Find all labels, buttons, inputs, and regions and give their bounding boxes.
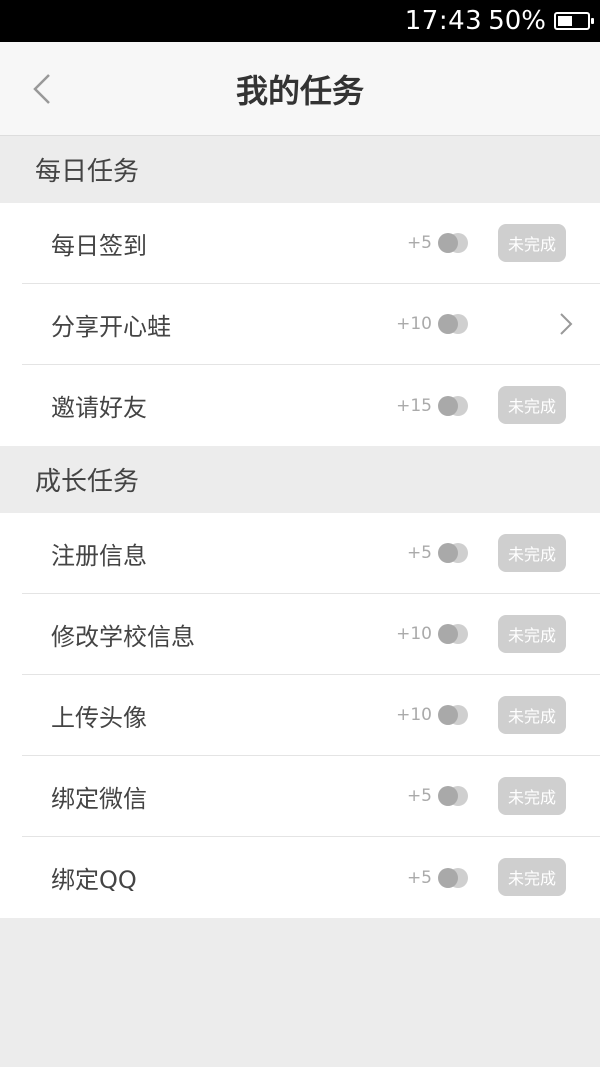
task-reward: +5	[407, 203, 468, 283]
reward-value: +5	[406, 867, 432, 888]
task-reward: +5	[407, 756, 468, 836]
nav-bar: 我的任务	[0, 42, 600, 136]
task-list-growth: 注册信息 +5 未完成 修改学校信息 +10 未完成 上传头像 +10 未完成 …	[0, 513, 600, 918]
section-header-growth: 成长任务	[0, 446, 600, 513]
section-header-daily: 每日任务	[0, 136, 600, 203]
task-label: 绑定微信	[51, 784, 147, 813]
task-reward: +10	[396, 675, 468, 755]
task-row-share[interactable]: 分享开心蛙 +10	[22, 284, 600, 365]
task-row-register[interactable]: 注册信息 +5 未完成	[22, 513, 600, 594]
battery-icon	[554, 12, 594, 30]
reward-value: +5	[406, 233, 432, 253]
reward-value: +10	[396, 624, 432, 644]
coin-icon	[438, 867, 468, 889]
task-list-daily: 每日签到 +5 未完成 分享开心蛙 +10 邀请好友 +15 未完成	[0, 203, 600, 446]
task-row-qq[interactable]: 绑定QQ +5 未完成	[22, 837, 600, 918]
task-row-school[interactable]: 修改学校信息 +10 未完成	[22, 594, 600, 675]
section-title: 每日任务	[35, 157, 140, 187]
task-label: 邀请好友	[51, 394, 147, 422]
coin-icon	[438, 232, 468, 254]
coin-icon	[438, 313, 468, 335]
task-reward: +5	[407, 513, 468, 593]
task-label: 绑定QQ	[51, 866, 137, 894]
reward-value: +5	[406, 543, 432, 563]
reward-value: +5	[406, 786, 432, 806]
task-row-invite[interactable]: 邀请好友 +15 未完成	[22, 365, 600, 446]
task-row-checkin[interactable]: 每日签到 +5 未完成	[22, 203, 600, 284]
status-badge[interactable]: 未完成	[498, 386, 566, 424]
coin-icon	[438, 542, 468, 564]
task-label: 注册信息	[51, 541, 147, 570]
page-title: 我的任务	[235, 71, 364, 110]
battery-percent: 50%	[488, 6, 546, 36]
coin-icon	[438, 623, 468, 645]
task-label: 修改学校信息	[51, 622, 195, 651]
task-reward: +15	[396, 365, 468, 446]
section-title: 成长任务	[35, 467, 140, 497]
chevron-right-icon	[560, 313, 573, 335]
task-label: 每日签到	[51, 231, 147, 260]
task-row-wechat[interactable]: 绑定微信 +5 未完成	[22, 756, 600, 837]
status-time: 17:43	[404, 6, 483, 36]
back-button[interactable]	[30, 72, 54, 106]
task-label: 上传头像	[51, 703, 147, 732]
coin-icon	[438, 395, 468, 417]
coin-icon	[438, 704, 468, 726]
task-reward: +10	[396, 284, 468, 364]
reward-value: +15	[396, 395, 432, 416]
status-badge[interactable]: 未完成	[498, 777, 566, 815]
chevron-left-icon	[33, 74, 50, 104]
status-badge[interactable]: 未完成	[498, 696, 566, 734]
status-badge[interactable]: 未完成	[498, 534, 566, 572]
reward-value: +10	[396, 705, 432, 725]
task-row-avatar[interactable]: 上传头像 +10 未完成	[22, 675, 600, 756]
task-label: 分享开心蛙	[51, 312, 171, 341]
status-badge[interactable]: 未完成	[498, 615, 566, 653]
status-badge[interactable]: 未完成	[498, 224, 566, 262]
reward-value: +10	[396, 314, 432, 334]
coin-icon	[438, 785, 468, 807]
status-badge[interactable]: 未完成	[498, 858, 566, 896]
status-bar: 17:43 50%	[0, 0, 600, 42]
task-reward: +10	[396, 594, 468, 674]
task-reward: +5	[407, 837, 468, 918]
